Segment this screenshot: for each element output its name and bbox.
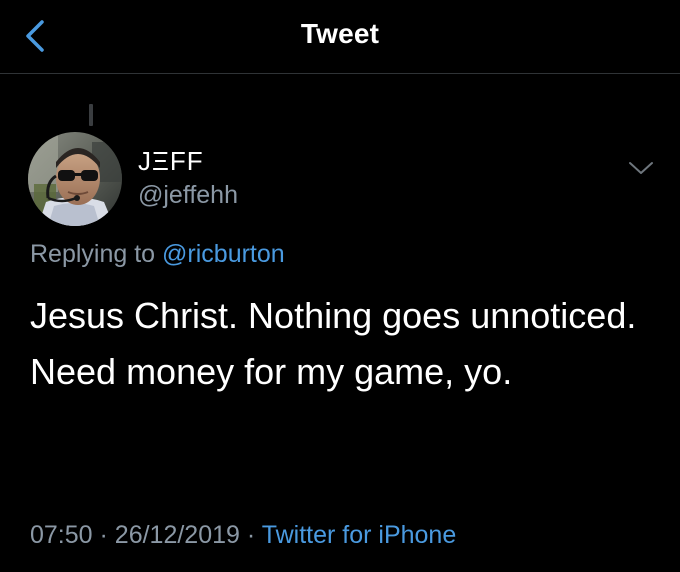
avatar-photo xyxy=(28,132,122,226)
tweet-date: 26/12/2019 xyxy=(114,521,240,549)
avatar[interactable] xyxy=(28,132,122,226)
tweet-time: 07:50 xyxy=(30,521,93,549)
page-title: Tweet xyxy=(300,18,380,49)
replying-to-prefix: Replying to xyxy=(30,240,156,268)
author-handle[interactable]: @jeffehh xyxy=(138,181,238,210)
meta-separator: · xyxy=(246,521,256,549)
thread-connector-line xyxy=(89,104,93,126)
tweet-source-link[interactable]: Twitter for iPhone xyxy=(262,521,457,549)
chevron-down-icon xyxy=(629,162,653,174)
meta-separator: · xyxy=(99,521,108,549)
replying-to-line: Replying to @ricburton xyxy=(30,240,285,269)
tweet-body-text: Jesus Christ. Nothing goes unnoticed. Ne… xyxy=(30,295,637,392)
top-bar: Tweet xyxy=(0,0,680,74)
replying-to-mention-link[interactable]: @ricburton xyxy=(162,240,285,268)
tweet-metadata: 07:50 · 26/12/2019 · Twitter for iPhone xyxy=(30,521,456,550)
author-display-name[interactable]: JΞFF xyxy=(138,146,204,177)
more-options-button[interactable] xyxy=(626,156,656,180)
